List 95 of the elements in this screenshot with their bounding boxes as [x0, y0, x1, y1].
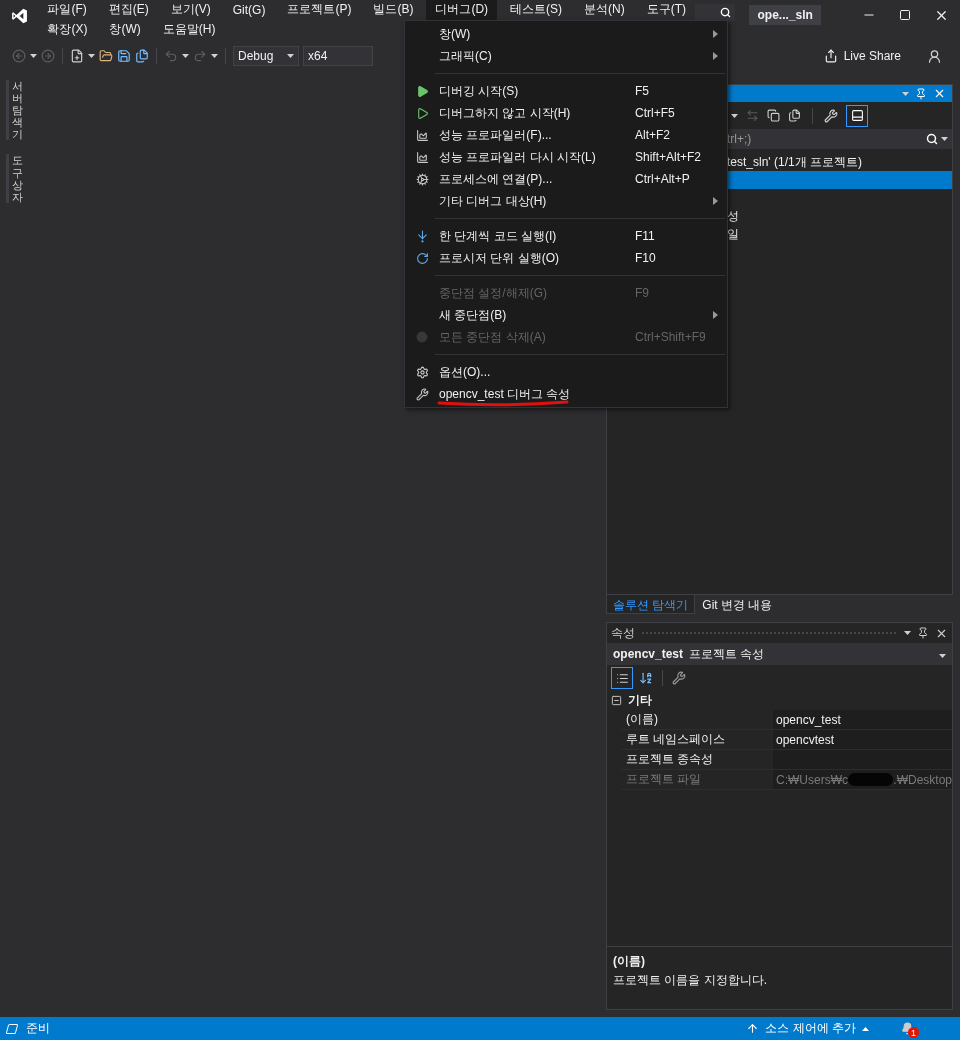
chart-icon	[415, 128, 429, 142]
menu-item[interactable]: 새 중단점(B)	[405, 304, 727, 326]
search-icon	[926, 133, 938, 145]
menu-item[interactable]: 도구(T)	[637, 0, 696, 21]
panel-title: 속성	[611, 624, 635, 642]
wrench-icon[interactable]	[672, 671, 686, 685]
menu-item[interactable]: 프로시저 단위 실행(O) F10	[405, 247, 727, 269]
pin-icon[interactable]	[915, 87, 927, 100]
folder-icon[interactable]	[99, 49, 113, 63]
menu-item[interactable]: 그래픽(C)	[405, 45, 727, 67]
panel-tab[interactable]: 솔루션 탐색기	[606, 595, 696, 614]
play-icon	[415, 84, 429, 98]
submenu-arrow-icon	[713, 52, 718, 60]
wrench-icon[interactable]	[824, 108, 838, 123]
search-field[interactable]	[695, 4, 736, 21]
caret-icon	[941, 137, 948, 141]
menu-item[interactable]: 도움말(H)	[153, 19, 225, 41]
menu-item[interactable]: 분석(N)	[575, 0, 634, 21]
object-selector[interactable]: opencv_test 프로젝트 속성	[607, 643, 952, 665]
notification-count: 1	[908, 1027, 919, 1038]
output-icon	[4, 1022, 20, 1035]
menu-item[interactable]: 편집(E)	[99, 0, 158, 21]
caret-icon	[287, 54, 294, 58]
collapse-icon[interactable]	[611, 695, 622, 706]
submenu-arrow-icon	[713, 197, 718, 205]
menu-item[interactable]: 디버그하지 않고 시작(H) Ctrl+F5	[405, 102, 727, 124]
share-icon	[823, 49, 838, 63]
menu-item[interactable]: 한 단계씩 코드 실행(I) F11	[405, 225, 727, 247]
menu-item[interactable]: 보기(V)	[161, 0, 220, 21]
configuration-dropdown[interactable]: Debug	[233, 46, 299, 66]
menu-item[interactable]: 프로젝트(P)	[278, 0, 361, 21]
live-share-button[interactable]: Live Share	[815, 49, 909, 63]
search-field[interactable]: trl+;)	[727, 129, 952, 149]
description-title: (이름)	[613, 953, 646, 970]
menu-item[interactable]: 디버그(D)	[426, 0, 498, 21]
caret-icon	[862, 1026, 869, 1031]
play-icon	[415, 106, 429, 120]
show-files-icon[interactable]	[788, 109, 801, 122]
caret-icon	[30, 54, 37, 58]
caret-icon	[211, 54, 218, 58]
maximize-icon	[899, 9, 912, 21]
collapse-icon[interactable]	[767, 109, 780, 122]
feedback-icon[interactable]	[927, 48, 942, 64]
menu-item[interactable]: 창(W)	[100, 19, 150, 41]
menu-item[interactable]: 테스트(S)	[501, 0, 572, 21]
gears-icon	[415, 172, 429, 186]
menu-item[interactable]: 기타 디버그 대상(H)	[405, 190, 727, 212]
panel-tab[interactable]: Git 변경 내용	[695, 595, 780, 614]
menu-item[interactable]: 디버깅 시작(S) F5	[405, 80, 727, 102]
dropdown-icon	[904, 631, 911, 635]
breakpoint-icon	[416, 331, 428, 343]
pin-icon[interactable]	[917, 627, 929, 639]
window-title: ope..._sln	[749, 5, 821, 25]
step-into-icon	[415, 229, 429, 243]
description-text: 프로젝트 이름을 지정합니다.	[613, 972, 768, 989]
property-value[interactable]: opencvtest	[773, 730, 952, 749]
menu-item[interactable]: 창(W)	[405, 23, 727, 45]
caret-icon	[182, 54, 189, 58]
dropdown-icon	[902, 91, 909, 96]
save-icon[interactable]	[117, 49, 131, 63]
side-tab[interactable]: 서버 탐색기	[5, 80, 23, 141]
wrench-icon	[415, 387, 429, 401]
source-control-button[interactable]: 소스 제어에 추가	[740, 1019, 875, 1038]
menu-item[interactable]: 성능 프로파일러 다시 시작(L) Shift+Alt+F2	[405, 146, 727, 168]
chart-icon	[415, 150, 429, 164]
settings-icon	[415, 365, 429, 379]
menu-item[interactable]: opencv_test 디버그 속성	[405, 383, 727, 405]
platform-dropdown[interactable]: x64	[303, 46, 373, 66]
step-over-icon	[415, 251, 429, 265]
menu-item[interactable]: 옵션(O)...	[405, 361, 727, 383]
categorized-icon[interactable]	[611, 667, 633, 689]
save-all-icon[interactable]	[135, 49, 149, 63]
submenu-arrow-icon	[713, 30, 718, 38]
list-icon	[615, 671, 629, 685]
menu-item[interactable]: 프로세스에 연결(P)... Ctrl+Alt+P	[405, 168, 727, 190]
close-icon[interactable]	[933, 87, 946, 100]
caret-icon	[939, 654, 946, 658]
submenu-arrow-icon	[713, 311, 718, 319]
menu-item[interactable]: 빌드(B)	[364, 0, 423, 21]
caret-icon	[88, 54, 95, 58]
caret-icon	[731, 113, 738, 118]
property-value[interactable]: opencv_test	[773, 710, 952, 729]
side-tab[interactable]: 도구 상자	[5, 154, 23, 203]
sort-az-icon[interactable]	[639, 671, 653, 685]
preview-toggle-button[interactable]	[846, 104, 868, 127]
preview-icon	[850, 109, 864, 122]
new-file-icon[interactable]	[70, 49, 84, 63]
menu-item[interactable]: 파일(F)	[38, 0, 96, 21]
status-text: 준비	[26, 1020, 50, 1037]
category-label: 기타	[628, 692, 652, 709]
menu-item[interactable]: Git(G)	[223, 0, 275, 20]
menu-item[interactable]: 성능 프로파일러(F)... Alt+F2	[405, 124, 727, 146]
arrow-up-icon	[746, 1022, 760, 1035]
search-icon	[720, 7, 732, 18]
menu-item[interactable]: 확장(X)	[38, 19, 97, 41]
